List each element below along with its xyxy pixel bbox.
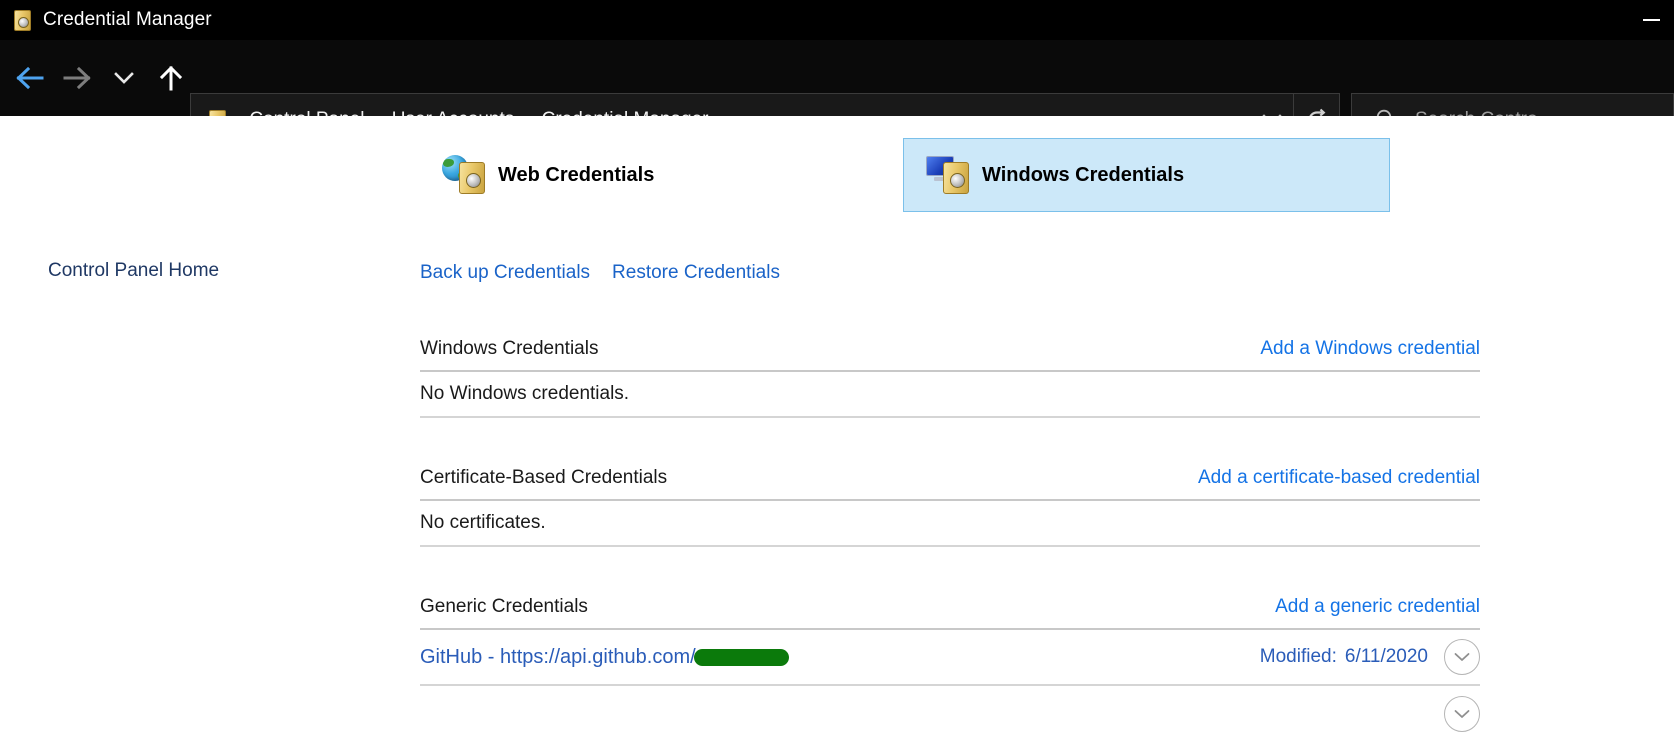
up-button[interactable] [147, 50, 194, 106]
table-row[interactable]: GitHub - https://api.github.com/ Modifie… [420, 630, 1480, 686]
credential-actions: Back up Credentials Restore Credentials [420, 262, 780, 284]
add-windows-credential-link[interactable]: Add a Windows credential [1260, 338, 1480, 360]
arrow-left-icon [15, 65, 45, 91]
empty-state-text: No Windows credentials. [420, 383, 630, 404]
section-header: Windows Credentials Add a Windows creden… [420, 328, 1480, 372]
section-generic-credentials: Generic Credentials Add a generic creden… [420, 586, 1480, 742]
chevron-down-icon [113, 70, 135, 86]
forward-button[interactable] [53, 50, 100, 106]
vault-icon [9, 9, 31, 31]
section-title: Generic Credentials [420, 596, 588, 617]
minimize-button[interactable] [1628, 0, 1674, 40]
backup-credentials-link[interactable]: Back up Credentials [420, 262, 590, 284]
arrow-up-icon [158, 64, 184, 92]
recent-locations-button[interactable] [100, 50, 147, 106]
monitor-vault-icon [926, 155, 970, 195]
credential-name-wrap[interactable]: GitHub - https://api.github.com/ [420, 646, 789, 669]
tab-web-credentials[interactable]: Web Credentials [420, 138, 676, 212]
credential-name[interactable]: GitHub - https://api.github.com/ [420, 646, 696, 669]
back-button[interactable] [6, 50, 53, 106]
modified-date: 6/11/2020 [1344, 646, 1428, 667]
add-certificate-based-credential-link[interactable]: Add a certificate-based credential [1198, 467, 1480, 489]
title-bar: Credential Manager [0, 0, 1674, 40]
window-controls [1628, 0, 1674, 40]
section-header: Certificate-Based Credentials Add a cert… [420, 457, 1480, 501]
section-title: Windows Credentials [420, 338, 599, 359]
expand-credential-button[interactable] [1444, 696, 1480, 732]
chevron-down-icon [1453, 708, 1471, 720]
empty-state-text: No certificates. [420, 512, 546, 533]
tab-label: Web Credentials [498, 163, 655, 186]
section-body: No Windows credentials. [420, 372, 1480, 418]
redaction-mark [693, 648, 789, 666]
add-generic-credential-link[interactable]: Add a generic credential [1275, 596, 1480, 618]
restore-credentials-link[interactable]: Restore Credentials [612, 262, 780, 284]
content-area: Control Panel Home Web Credentials Windo… [0, 116, 1674, 739]
section-title: Certificate-Based Credentials [420, 467, 668, 488]
expand-credential-button[interactable] [1444, 639, 1480, 675]
section-certificate-based-credentials: Certificate-Based Credentials Add a cert… [420, 457, 1480, 547]
arrow-right-icon [62, 65, 92, 91]
window-title: Credential Manager [43, 9, 212, 30]
globe-vault-icon [442, 155, 486, 195]
tab-label: Windows Credentials [982, 163, 1185, 186]
navigation-bar: › Control Panel › User Accounts › Creden… [0, 40, 1674, 146]
table-row-partial[interactable] [420, 686, 1480, 742]
modified-label: Modified: [1259, 646, 1337, 667]
minimize-icon [1642, 19, 1660, 21]
credential-meta: Modified: 6/11/2020 [1260, 639, 1480, 675]
section-header: Generic Credentials Add a generic creden… [420, 586, 1480, 630]
chevron-down-icon [1453, 651, 1471, 663]
sidebar-item-control-panel-home[interactable]: Control Panel Home [48, 260, 219, 282]
tab-windows-credentials[interactable]: Windows Credentials [903, 138, 1390, 212]
section-windows-credentials: Windows Credentials Add a Windows creden… [420, 328, 1480, 418]
section-body: No certificates. [420, 501, 1480, 547]
